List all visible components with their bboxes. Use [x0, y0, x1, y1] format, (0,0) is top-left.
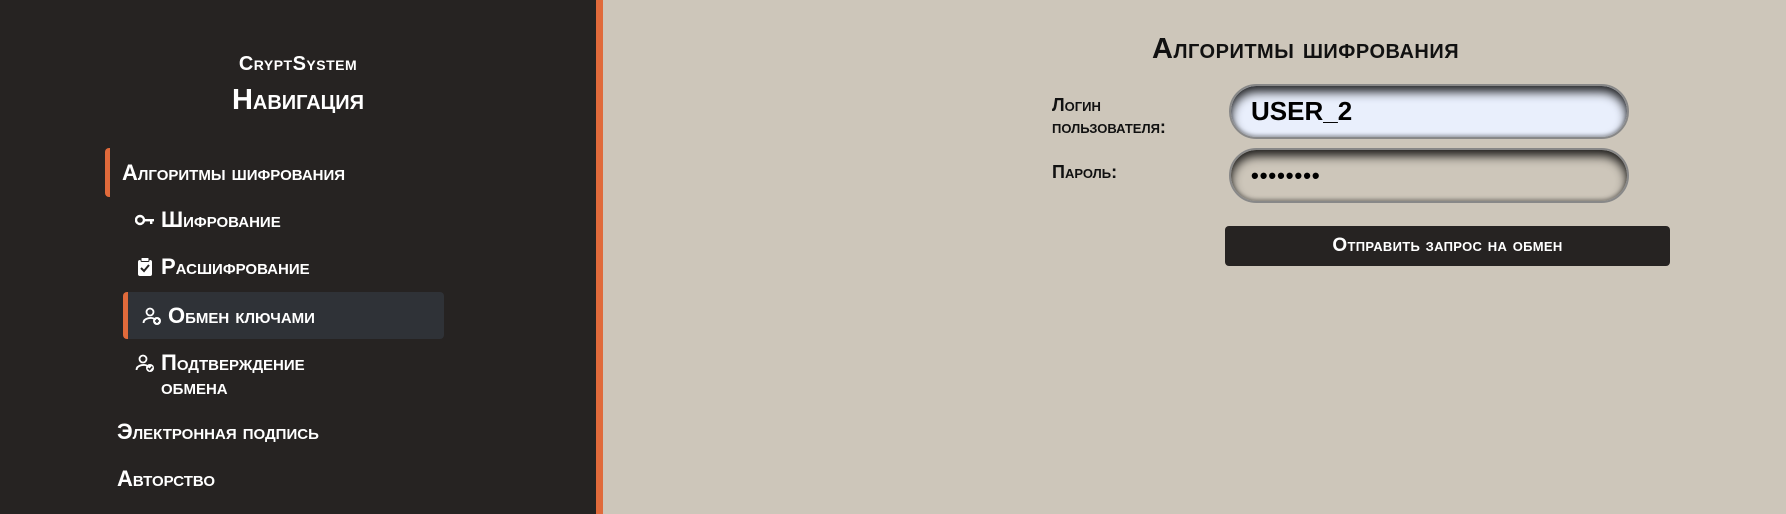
app: CryptSystem Навигация Алгоритмы шифрован…: [0, 0, 1786, 514]
send-exchange-request-button[interactable]: Отправить запрос на обмен: [1225, 226, 1670, 266]
nav-item-label: Шифрование: [161, 207, 281, 232]
user-add-icon: [142, 306, 162, 326]
password-label: Пароль:: [1052, 162, 1118, 182]
nav-section-label: Алгоритмы шифрования: [122, 159, 346, 185]
user-check-icon: [135, 353, 155, 373]
nav-item-decryption[interactable]: Расшифрование: [135, 254, 310, 280]
nav-section-label: Авторство: [117, 466, 215, 491]
nav-section-digital-signature[interactable]: Электронная подпись: [117, 419, 319, 445]
nav-item-label: Подтверждение обмена: [161, 350, 305, 399]
nav-item-label: Обмен ключами: [168, 302, 315, 328]
clipboard-check-icon: [135, 257, 155, 277]
nav-item-key-exchange[interactable]: Обмен ключами: [123, 292, 444, 339]
nav-section-authorship[interactable]: Авторство: [117, 466, 215, 492]
sidebar: CryptSystem Навигация Алгоритмы шифрован…: [0, 0, 603, 514]
login-input[interactable]: [1229, 84, 1629, 139]
nav-section-label: Электронная подпись: [117, 419, 319, 444]
nav-title: Навигация: [231, 84, 365, 116]
nav-section-encryption-algorithms[interactable]: Алгоритмы шифрования: [105, 148, 452, 197]
password-input[interactable]: [1229, 148, 1629, 203]
nav-item-label: Расшифрование: [161, 254, 310, 279]
nav-item-exchange-confirmation[interactable]: Подтверждение обмена: [135, 351, 355, 399]
key-icon: [135, 214, 155, 226]
page-title: Алгоритмы шифрования: [1152, 33, 1460, 65]
login-label: Логин пользователя:: [1052, 95, 1166, 137]
nav-item-encryption[interactable]: Шифрование: [135, 207, 281, 233]
brand-name: CryptSystem: [238, 53, 358, 75]
